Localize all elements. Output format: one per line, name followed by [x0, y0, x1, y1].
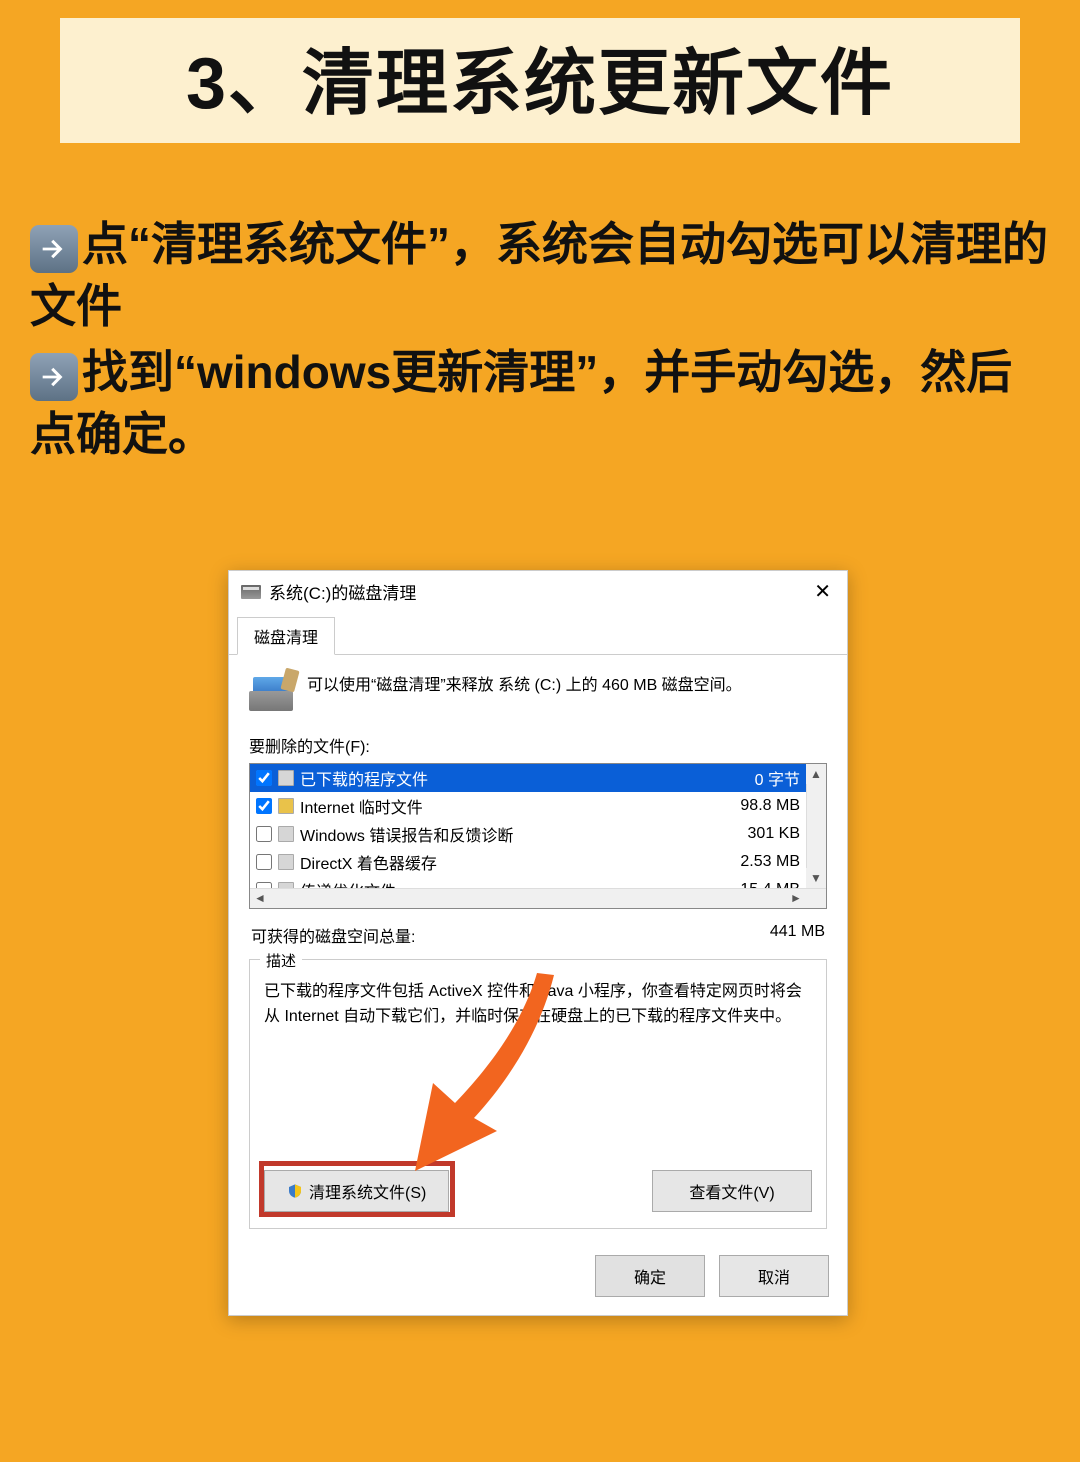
file-checkbox[interactable] [256, 798, 272, 814]
scroll-up-button[interactable]: ▲ [806, 764, 826, 784]
instruction-line-1: 点“清理系统文件”，系统会自动勾选可以清理的文件 [30, 218, 1048, 332]
total-space-label: 可获得的磁盘空间总量: [251, 923, 415, 947]
file-checkbox[interactable] [256, 854, 272, 870]
cancel-label: 取消 [758, 1264, 790, 1288]
arrow-right-icon [30, 225, 78, 273]
drive-icon [241, 585, 261, 599]
cleanup-system-files-button[interactable]: 清理系统文件(S) [264, 1170, 449, 1212]
instruction-line-2: 找到“windows更新清理”，并手动勾选，然后点确定。 [30, 346, 1012, 460]
file-row-windows-error[interactable]: Windows 错误报告和反馈诊断 301 KB [250, 820, 826, 848]
close-button[interactable]: ✕ [808, 579, 837, 604]
horizontal-scrollbar[interactable]: ◄ ► [250, 888, 826, 908]
disk-cleanup-dialog: 系统(C:)的磁盘清理 ✕ 磁盘清理 可以使用“磁盘清理”来释放 系统 (C:)… [228, 570, 848, 1316]
tab-body: 可以使用“磁盘清理”来释放 系统 (C:) 上的 460 MB 磁盘空间。 要删… [229, 655, 847, 1241]
shield-icon [287, 1183, 303, 1199]
scroll-left-button[interactable]: ◄ [250, 888, 270, 908]
file-list[interactable]: 已下载的程序文件 0 字节 Internet 临时文件 98.8 MB Wind… [249, 763, 827, 909]
view-files-label: 查看文件(V) [689, 1179, 774, 1203]
file-row-internet-temp[interactable]: Internet 临时文件 98.8 MB [250, 792, 826, 820]
file-checkbox[interactable] [256, 826, 272, 842]
file-icon [278, 826, 294, 842]
total-space-value: 441 MB [770, 923, 825, 947]
file-name: DirectX 着色器缓存 [300, 850, 734, 874]
description-legend: 描述 [260, 950, 302, 973]
files-to-delete-label: 要删除的文件(F): [249, 733, 827, 757]
file-checkbox[interactable] [256, 770, 272, 786]
page-heading: 3、清理系统更新文件 [80, 24, 1000, 129]
arrow-right-icon [30, 353, 78, 401]
ok-label: 确定 [634, 1264, 666, 1288]
file-size: 0 字节 [755, 766, 804, 790]
file-icon [278, 854, 294, 870]
ok-button[interactable]: 确定 [595, 1255, 705, 1297]
dialog-title: 系统(C:)的磁盘清理 [269, 579, 808, 604]
disk-cleanup-icon [249, 671, 293, 711]
file-size: 98.8 MB [740, 797, 804, 815]
lock-icon [278, 798, 294, 814]
cancel-button[interactable]: 取消 [719, 1255, 829, 1297]
summary-text: 可以使用“磁盘清理”来释放 系统 (C:) 上的 460 MB 磁盘空间。 [307, 671, 742, 695]
cleanup-button-label: 清理系统文件(S) [309, 1179, 426, 1203]
view-files-button[interactable]: 查看文件(V) [652, 1170, 812, 1212]
file-row-directx-cache[interactable]: DirectX 着色器缓存 2.53 MB [250, 848, 826, 876]
folder-icon [278, 770, 294, 786]
description-groupbox: 描述 已下载的程序文件包括 ActiveX 控件和 Java 小程序，你查看特定… [249, 959, 827, 1229]
dialog-titlebar: 系统(C:)的磁盘清理 ✕ [229, 571, 847, 612]
summary-row: 可以使用“磁盘清理”来释放 系统 (C:) 上的 460 MB 磁盘空间。 [249, 671, 827, 711]
tab-strip: 磁盘清理 [229, 612, 847, 655]
file-size: 301 KB [748, 825, 804, 843]
file-name: Windows 错误报告和反馈诊断 [300, 822, 742, 846]
file-name: Internet 临时文件 [300, 794, 734, 818]
instructions-block: 点“清理系统文件”，系统会自动勾选可以清理的文件 找到“windows更新清理”… [30, 213, 1050, 465]
page-heading-banner: 3、清理系统更新文件 [60, 18, 1020, 143]
scroll-down-button[interactable]: ▼ [806, 868, 826, 888]
dialog-footer: 确定 取消 [229, 1241, 847, 1315]
scroll-right-button[interactable]: ► [786, 888, 806, 908]
file-size: 2.53 MB [740, 853, 804, 871]
total-space-row: 可获得的磁盘空间总量: 441 MB [251, 923, 825, 947]
tab-disk-cleanup[interactable]: 磁盘清理 [237, 617, 335, 655]
file-row-downloaded-programs[interactable]: 已下载的程序文件 0 字节 [250, 764, 826, 792]
file-name: 已下载的程序文件 [300, 766, 749, 790]
description-text: 已下载的程序文件包括 ActiveX 控件和 Java 小程序，你查看特定网页时… [264, 980, 812, 1030]
